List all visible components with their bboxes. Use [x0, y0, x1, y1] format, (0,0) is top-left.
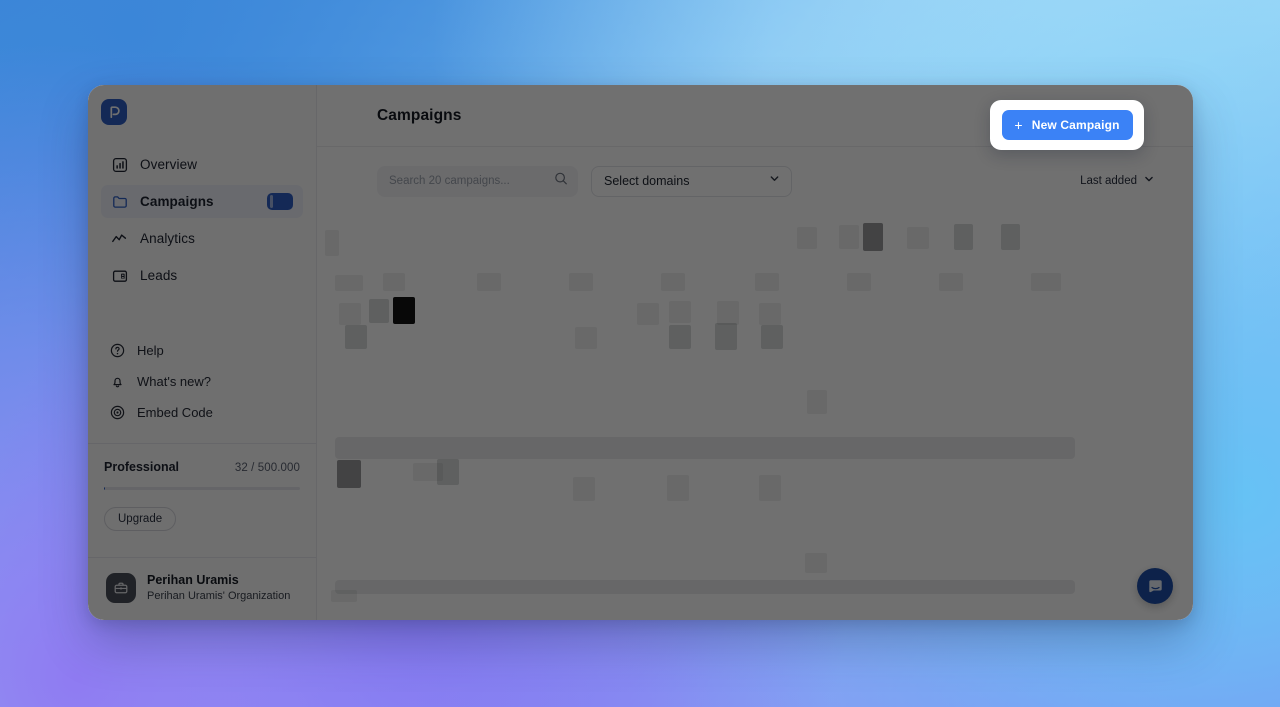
plan-usage-count: 32 / 500.000 [234, 462, 300, 474]
account-name: Perihan Uramis [147, 573, 239, 588]
content-block [337, 460, 361, 488]
content-block [805, 553, 827, 573]
content-block [863, 223, 883, 251]
sidebar: Overview Campaigns Analytics Leads Help … [88, 85, 317, 620]
avatar [106, 573, 136, 604]
content-block [667, 475, 689, 501]
plan-name: Professional [104, 460, 180, 474]
sort-control[interactable]: Last added [1080, 172, 1159, 190]
content-block [759, 303, 781, 325]
content-block [839, 225, 859, 249]
app-window: Overview Campaigns Analytics Leads Help … [88, 85, 1193, 620]
search-field [377, 165, 578, 197]
chart-bar-icon [111, 156, 128, 173]
content-block [573, 477, 595, 501]
account-organization: Perihan Uramis' Organization [147, 590, 291, 603]
account-block[interactable]: Perihan Uramis Perihan Uramis' Organizat… [88, 557, 316, 620]
intercom-chat-icon [1148, 579, 1162, 592]
briefcase-icon [114, 582, 128, 594]
content-block [1001, 224, 1020, 250]
content-block [325, 230, 339, 256]
sidebar-item-embed-code[interactable]: Embed Code [101, 398, 303, 427]
account-text: Perihan Uramis Perihan Uramis' Organizat… [147, 572, 290, 604]
content-block [369, 299, 389, 323]
content-block [569, 273, 593, 291]
plan-progress-track [104, 487, 300, 490]
sidebar-item-help[interactable]: Help [101, 336, 303, 365]
broadcast-icon [109, 404, 126, 421]
sidebar-item-overview[interactable]: Overview [101, 148, 303, 181]
sidebar-item-label: Leads [140, 268, 178, 283]
folder-icon [111, 193, 128, 210]
secondary-nav: Help What's new? Embed Code [88, 336, 316, 429]
campaign-list-obscured [317, 215, 1193, 620]
content-block [755, 273, 779, 291]
content-row-bar [335, 580, 1075, 594]
plus-icon: + [1014, 117, 1023, 133]
question-circle-icon [109, 342, 126, 359]
sidebar-item-label: Embed Code [137, 405, 213, 420]
sidebar-item-label: Analytics [140, 231, 195, 246]
chevron-down-icon [1143, 172, 1155, 190]
content-block [575, 327, 597, 349]
content-block [393, 297, 415, 324]
content-block [847, 273, 871, 291]
content-block [759, 475, 781, 501]
chevron-down-icon [768, 172, 781, 190]
search-input[interactable] [377, 165, 578, 197]
content-block [669, 325, 691, 349]
content-block [331, 590, 357, 602]
new-campaign-label: New Campaign [1031, 118, 1120, 132]
sidebar-item-analytics[interactable]: Analytics [101, 222, 303, 255]
content-block [797, 227, 817, 249]
content-block [477, 273, 501, 291]
content-block [637, 303, 659, 325]
content-block [345, 325, 367, 349]
sidebar-item-whats-new[interactable]: What's new? [101, 367, 303, 396]
main-panel: Campaigns Select domains [317, 85, 1193, 620]
sidebar-item-label: Overview [140, 157, 198, 172]
trend-line-icon [111, 230, 128, 247]
content-block [761, 325, 783, 349]
content-block [335, 275, 363, 291]
contact-card-icon [111, 267, 128, 284]
campaigns-count-badge [267, 193, 293, 210]
content-block [939, 273, 963, 291]
plan-progress-fill [104, 487, 105, 490]
sidebar-item-campaigns[interactable]: Campaigns [101, 185, 303, 218]
content-block [383, 273, 405, 291]
content-row-bar [335, 437, 1075, 459]
new-campaign-button[interactable]: + New Campaign [1001, 110, 1133, 140]
sidebar-item-label: What's new? [137, 374, 212, 389]
content-block [907, 227, 929, 249]
content-block [954, 224, 973, 250]
page-title: Campaigns [377, 106, 462, 124]
content-block [715, 323, 737, 350]
brand-area [88, 85, 316, 145]
plan-row: Professional 32 / 500.000 [104, 460, 300, 474]
content-block [437, 459, 459, 485]
upgrade-button[interactable]: Upgrade [104, 507, 177, 531]
content-block [717, 301, 739, 325]
domain-select-label: Select domains [604, 174, 690, 188]
sidebar-item-label: Help [137, 343, 164, 358]
toolbar: Select domains Last added [317, 147, 1193, 215]
content-block [669, 301, 691, 323]
new-campaign-spotlight: + New Campaign [990, 100, 1144, 150]
sidebar-item-leads[interactable]: Leads [101, 259, 303, 292]
app-logo-p-mark-icon[interactable] [101, 99, 127, 125]
content-block [1031, 273, 1061, 291]
content-block [807, 390, 827, 414]
content-block [339, 303, 361, 325]
content-block [661, 273, 685, 291]
primary-nav: Overview Campaigns Analytics Leads [88, 148, 316, 296]
plan-usage-block: Professional 32 / 500.000 Upgrade [88, 444, 316, 531]
chat-launcher-button[interactable] [1137, 568, 1173, 604]
bell-icon [109, 373, 126, 390]
domain-select[interactable]: Select domains [591, 165, 792, 197]
desktop-background: Overview Campaigns Analytics Leads Help … [0, 0, 1280, 707]
sidebar-item-label: Campaigns [140, 194, 214, 209]
sort-label: Last added [1080, 175, 1137, 187]
